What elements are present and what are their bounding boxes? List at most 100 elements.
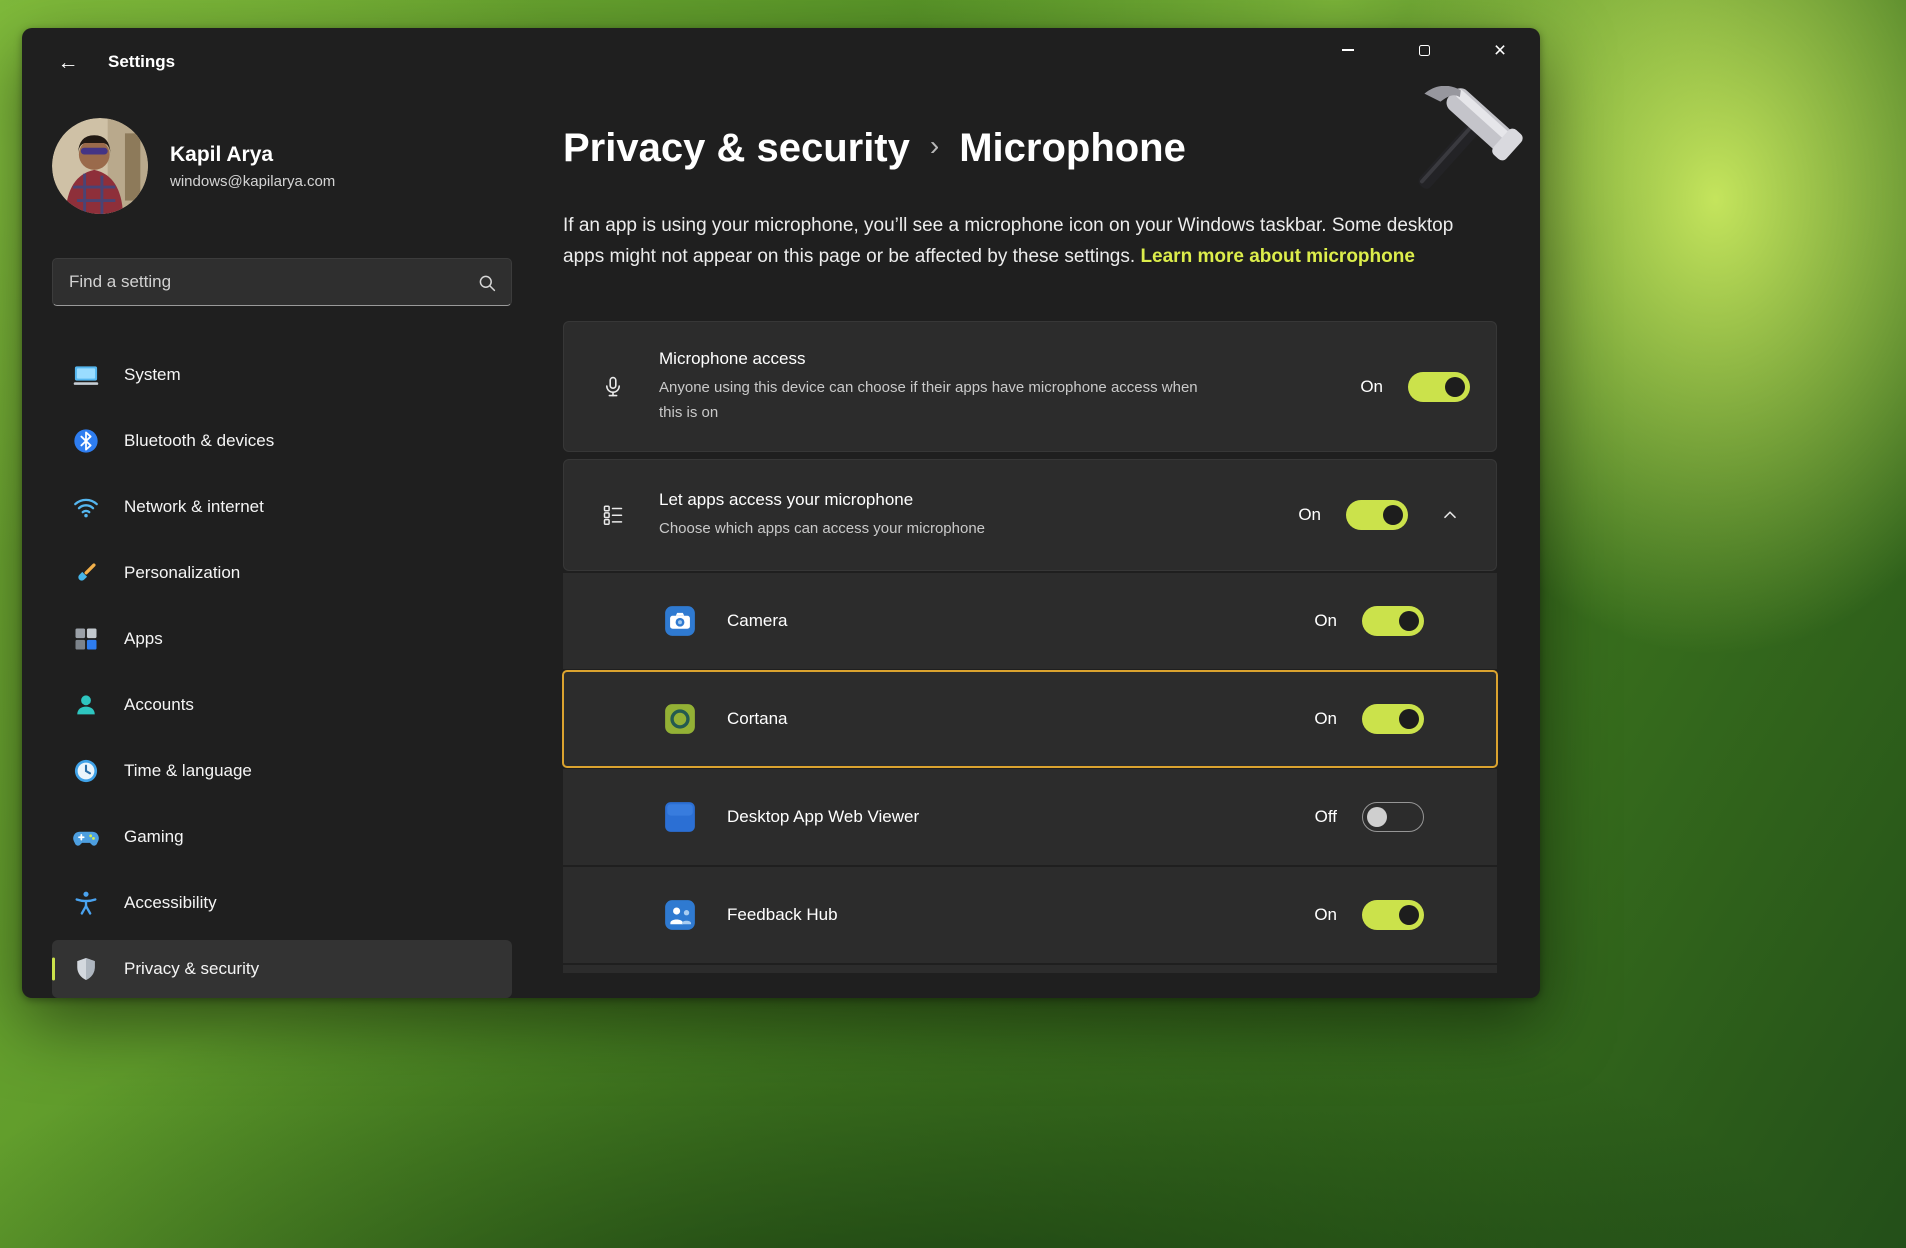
user-email: windows@kapilarya.com bbox=[170, 173, 335, 190]
sidebar-item-gaming[interactable]: Gaming bbox=[52, 808, 512, 866]
sidebar-item-apps[interactable]: Apps bbox=[52, 610, 512, 668]
maximize-button[interactable] bbox=[1386, 28, 1462, 72]
sidebar-item-label: Accessibility bbox=[124, 893, 217, 913]
toggle-knob bbox=[1399, 905, 1419, 925]
cortana-app-icon bbox=[663, 702, 697, 736]
breadcrumb-parent[interactable]: Privacy & security bbox=[563, 124, 910, 172]
titlebar: ← Settings × bbox=[22, 28, 1540, 108]
sidebar-item-accessibility[interactable]: Accessibility bbox=[52, 874, 512, 932]
feedback-hub-microphone-toggle[interactable] bbox=[1362, 900, 1424, 930]
sidebar-item-personalization[interactable]: Personalization bbox=[52, 544, 512, 602]
toggle-knob bbox=[1367, 807, 1387, 827]
minimize-icon bbox=[1342, 49, 1354, 50]
apps-icon bbox=[72, 625, 100, 653]
shield-icon bbox=[72, 955, 100, 983]
app-name: Desktop App Web Viewer bbox=[727, 807, 1315, 827]
partially-visible-row bbox=[563, 965, 1497, 973]
learn-more-link[interactable]: Learn more about microphone bbox=[1140, 246, 1414, 267]
desktop-app-web-viewer-app-icon bbox=[663, 800, 697, 834]
paintbrush-icon bbox=[72, 559, 100, 587]
app-name: Cortana bbox=[727, 709, 1314, 729]
search-icon[interactable] bbox=[477, 273, 497, 293]
app-row-desktop-app-web-viewer[interactable]: Desktop App Web Viewer Off bbox=[563, 769, 1497, 865]
camera-app-icon bbox=[663, 604, 697, 638]
breadcrumb-separator-icon: › bbox=[930, 122, 939, 170]
sidebar-item-time-language[interactable]: Time & language bbox=[52, 742, 512, 800]
app-row-camera[interactable]: Camera On bbox=[563, 573, 1497, 669]
toggle-state-label: On bbox=[1314, 709, 1337, 729]
user-avatar bbox=[52, 118, 148, 214]
minimize-button[interactable] bbox=[1310, 28, 1386, 72]
setting-description: Choose which apps can access your microp… bbox=[659, 516, 1199, 541]
search-box bbox=[52, 258, 512, 306]
hammer-graphic bbox=[1392, 86, 1526, 228]
sidebar-item-label: Personalization bbox=[124, 563, 240, 583]
let-apps-access-card[interactable]: Let apps access your microphone Choose w… bbox=[563, 459, 1497, 571]
setting-title: Microphone access bbox=[659, 349, 1360, 369]
sidebar-item-bluetooth-devices[interactable]: Bluetooth & devices bbox=[52, 412, 512, 470]
sidebar-item-label: Network & internet bbox=[124, 497, 264, 517]
toggle-state-label: On bbox=[1314, 905, 1337, 925]
microphone-access-card: Microphone access Anyone using this devi… bbox=[563, 321, 1497, 452]
toggle-state-label: On bbox=[1314, 611, 1337, 631]
sidebar-item-system[interactable]: System bbox=[52, 346, 512, 404]
toggle-state-label: Off bbox=[1315, 807, 1337, 827]
window-controls: × bbox=[1310, 28, 1538, 72]
toggle-state-label: On bbox=[1360, 377, 1383, 397]
search-input[interactable] bbox=[53, 259, 511, 305]
bluetooth-icon bbox=[72, 427, 100, 455]
sidebar-item-network-internet[interactable]: Network & internet bbox=[52, 478, 512, 536]
close-button[interactable]: × bbox=[1462, 28, 1538, 72]
maximize-icon bbox=[1419, 45, 1430, 56]
microphone-access-toggle[interactable] bbox=[1408, 372, 1470, 402]
setting-title: Let apps access your microphone bbox=[659, 490, 1298, 510]
sidebar-item-label: System bbox=[124, 365, 181, 385]
sidebar-item-label: Apps bbox=[124, 629, 163, 649]
page-title: Microphone bbox=[959, 124, 1186, 172]
setting-description: Anyone using this device can choose if t… bbox=[659, 375, 1199, 425]
gamepad-icon bbox=[72, 823, 100, 851]
app-row-feedback-hub[interactable]: Feedback Hub On bbox=[563, 867, 1497, 963]
desktop-app-web-viewer-microphone-toggle[interactable] bbox=[1362, 802, 1424, 832]
toggle-knob bbox=[1445, 377, 1465, 397]
app-name: Feedback Hub bbox=[727, 905, 1314, 925]
sidebar-item-label: Accounts bbox=[124, 695, 194, 715]
chevron-up-icon bbox=[1439, 504, 1461, 526]
toggle-knob bbox=[1399, 709, 1419, 729]
toggle-knob bbox=[1383, 505, 1403, 525]
camera-microphone-toggle[interactable] bbox=[1362, 606, 1424, 636]
intro-text: If an app is using your microphone, you’… bbox=[563, 210, 1497, 272]
app-permission-list: Camera On Cortana On bbox=[563, 573, 1497, 973]
close-icon: × bbox=[1494, 40, 1506, 61]
back-button[interactable]: ← bbox=[48, 44, 88, 82]
sidebar-item-label: Bluetooth & devices bbox=[124, 431, 274, 451]
collapse-expander-button[interactable] bbox=[1430, 495, 1470, 535]
person-icon bbox=[72, 691, 100, 719]
main-content: Privacy & security › Microphone If an ap… bbox=[522, 108, 1540, 998]
app-permissions-icon bbox=[601, 503, 625, 527]
accessibility-icon bbox=[72, 889, 100, 917]
sidebar-item-label: Time & language bbox=[124, 761, 252, 781]
sidebar-item-label: Gaming bbox=[124, 827, 184, 847]
system-icon bbox=[72, 361, 100, 389]
app-row-cortana[interactable]: Cortana On bbox=[563, 671, 1497, 767]
sidebar-item-privacy-security[interactable]: Privacy & security bbox=[52, 940, 512, 998]
sidebar: Kapil Arya windows@kapilarya.com bbox=[22, 108, 522, 998]
toggle-state-label: On bbox=[1298, 505, 1321, 525]
microphone-icon bbox=[601, 375, 625, 399]
toggle-knob bbox=[1399, 611, 1419, 631]
let-apps-access-toggle[interactable] bbox=[1346, 500, 1408, 530]
sidebar-item-label: Privacy & security bbox=[124, 959, 259, 979]
user-name: Kapil Arya bbox=[170, 143, 335, 167]
sidebar-item-accounts[interactable]: Accounts bbox=[52, 676, 512, 734]
user-profile[interactable]: Kapil Arya windows@kapilarya.com bbox=[52, 118, 512, 214]
clock-icon bbox=[72, 757, 100, 785]
breadcrumb: Privacy & security › Microphone bbox=[563, 124, 1497, 172]
cortana-microphone-toggle[interactable] bbox=[1362, 704, 1424, 734]
feedback-hub-app-icon bbox=[663, 898, 697, 932]
settings-window: ← Settings × bbox=[22, 28, 1540, 998]
app-title: Settings bbox=[108, 52, 175, 72]
app-name: Camera bbox=[727, 611, 1314, 631]
sidebar-nav: System Bluetooth & devices bbox=[52, 346, 512, 998]
wifi-icon bbox=[72, 493, 100, 521]
